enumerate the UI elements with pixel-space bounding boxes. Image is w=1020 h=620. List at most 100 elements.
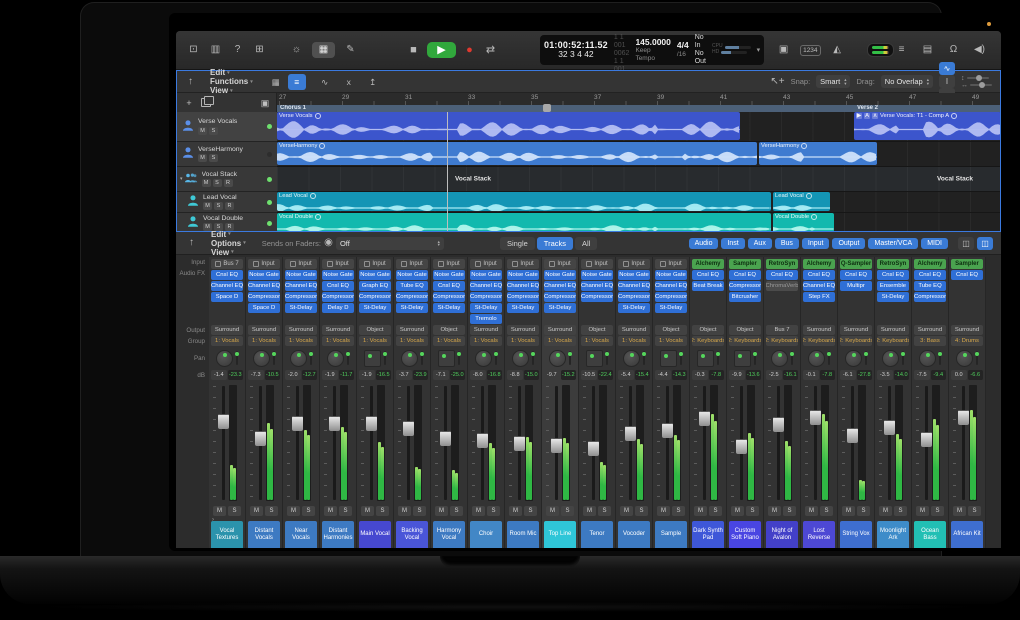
fx-slot[interactable]: Cnsl EQ <box>951 270 983 280</box>
view-mode-all[interactable]: All <box>575 237 597 250</box>
group-slot[interactable]: 1: Vocals <box>359 336 391 346</box>
output-slot[interactable]: Surround <box>396 325 428 335</box>
elevation-slider[interactable] <box>828 351 830 365</box>
elevation-slider[interactable] <box>532 351 534 365</box>
ruler-area[interactable]: 272931333537394143454749 Chorus 1Verse 2 <box>277 93 1000 112</box>
take-button[interactable]: ∧ <box>872 113 878 119</box>
elevation-slider[interactable] <box>421 351 423 365</box>
output-slot[interactable]: Surround <box>914 325 946 335</box>
output-slot[interactable]: Surround <box>877 325 909 335</box>
group-slot[interactable]: 1: Vocals <box>544 336 576 346</box>
fader-area[interactable] <box>581 381 613 505</box>
fx-slot[interactable]: St-Delay <box>396 303 428 313</box>
fx-slot[interactable]: St-Delay <box>655 303 687 313</box>
filter-aux[interactable]: Aux <box>748 238 772 249</box>
input-slot[interactable]: Input <box>507 259 539 269</box>
fader-cap[interactable] <box>958 410 969 425</box>
fx-slot[interactable]: Channel EQ <box>618 281 650 291</box>
fader-cap[interactable] <box>218 414 229 429</box>
fx-slot[interactable]: St-Delay <box>285 303 317 313</box>
elevation-slider[interactable] <box>606 351 608 365</box>
metronome-icon[interactable]: ◭ <box>830 43 845 57</box>
elevation-slider[interactable] <box>495 351 497 365</box>
channel-strip-9[interactable]: InputNoise GateChannel EQCompressorSt-De… <box>505 257 542 548</box>
fader-area[interactable] <box>285 381 317 505</box>
channel-name[interactable]: Night of Avalon <box>766 521 798 548</box>
channel-name[interactable]: String Vox <box>840 521 872 548</box>
automation-icon[interactable]: ∿ <box>316 74 334 90</box>
pan-control[interactable] <box>544 347 576 369</box>
solo-button[interactable]: S <box>820 506 833 516</box>
fx-slot[interactable]: Compressor <box>914 292 946 302</box>
group-slot[interactable]: 2: Keyboards <box>692 336 724 346</box>
group-slot[interactable]: 1: Vocals <box>618 336 650 346</box>
pan-control[interactable] <box>211 347 243 369</box>
channel-name[interactable]: Vocal Textures <box>211 521 243 548</box>
elevation-slider[interactable] <box>680 351 682 365</box>
channel-strip-10[interactable]: InputNoise GateChannel EQCompressorSt-De… <box>542 257 579 548</box>
input-slot[interactable]: Input <box>470 259 502 269</box>
group-slot[interactable]: 1: Vocals <box>581 336 613 346</box>
elevation-slider[interactable] <box>976 351 978 365</box>
solo-button[interactable]: S <box>450 506 463 516</box>
region-lead-vocal[interactable]: Lead Vocal <box>277 192 771 211</box>
fx-slot[interactable]: Noise Gate <box>396 270 428 280</box>
fx-slot[interactable]: Noise Gate <box>322 270 354 280</box>
region-verse-vocals-t1-comp-a[interactable]: ▶A∧Verse Vocals: T1 - Comp A <box>854 112 1000 140</box>
region-verseharmony[interactable]: VerseHarmony <box>277 142 757 165</box>
track-header-vocal-double[interactable]: Vocal DoubleMSR <box>177 213 277 231</box>
filter-input[interactable]: Input <box>802 238 830 249</box>
group-slot[interactable]: 4: Drums <box>951 336 983 346</box>
fader-area[interactable] <box>840 381 872 505</box>
pan-control[interactable] <box>840 347 872 369</box>
mute-button[interactable]: M <box>694 506 707 516</box>
view-mode-single[interactable]: Single <box>500 237 535 250</box>
pan-control[interactable] <box>581 347 613 369</box>
elevation-slider[interactable] <box>273 351 275 365</box>
instrument-slot[interactable]: Alchemy <box>692 259 724 269</box>
snap-select[interactable]: Smart ▴▾ <box>816 75 850 88</box>
fx-slot[interactable]: Space D <box>248 303 280 313</box>
marker-strip[interactable]: Chorus 1Verse 2 <box>277 105 1000 112</box>
fx-slot[interactable]: Noise Gate <box>618 270 650 280</box>
channel-strip-20[interactable]: AlchemyCnsl EQTube EQCompressorSurround3… <box>912 257 949 548</box>
fx-slot[interactable]: St-Delay <box>507 303 539 313</box>
solo-button[interactable]: S <box>598 506 611 516</box>
loop-browser-icon[interactable]: Ω <box>946 43 961 57</box>
solo-button[interactable]: S <box>524 506 537 516</box>
output-slot[interactable]: Surround <box>248 325 280 335</box>
fx-slot[interactable]: Multipr <box>840 281 872 291</box>
fx-slot[interactable]: Bitcrusher <box>729 292 761 302</box>
help-icon[interactable]: ? <box>230 43 245 57</box>
instrument-slot[interactable]: RetroSyn <box>766 259 798 269</box>
lane-vocal-stack[interactable]: Vocal StackVocal Stack <box>277 167 1000 192</box>
mute-button[interactable]: M <box>620 506 633 516</box>
solo-button[interactable]: S <box>214 223 223 231</box>
mute-button[interactable]: M <box>805 506 818 516</box>
mute-button[interactable]: M <box>472 506 485 516</box>
fx-slot[interactable]: Noise Gate <box>433 270 465 280</box>
solo-button[interactable]: S <box>709 506 722 516</box>
output-slot[interactable]: Object <box>359 325 391 335</box>
pan-knob[interactable] <box>771 350 788 367</box>
instrument-slot[interactable]: RetroSyn <box>877 259 909 269</box>
fx-slot[interactable]: Noise Gate <box>507 270 539 280</box>
solo-button[interactable]: S <box>672 506 685 516</box>
marker-verse-2[interactable]: Verse 2 <box>854 105 1000 112</box>
channel-name[interactable]: Top Line <box>544 521 576 548</box>
channel-name[interactable]: African Kit <box>951 521 983 548</box>
fx-slot[interactable]: St-Delay <box>544 303 576 313</box>
group-slot[interactable]: 1: Vocals <box>211 336 243 346</box>
channel-strip-4[interactable]: InputNoise GateCnsl EQCompressorDelay DS… <box>320 257 357 548</box>
list-view-icon[interactable]: ≡ <box>288 74 306 90</box>
fader-cap[interactable] <box>921 432 932 447</box>
grid-view-icon[interactable]: ▦ <box>267 74 285 90</box>
fx-slot[interactable]: Noise Gate <box>248 270 280 280</box>
instrument-slot[interactable]: Alchemy <box>914 259 946 269</box>
object-pan-pad[interactable] <box>697 350 714 367</box>
mute-button[interactable]: M <box>546 506 559 516</box>
channel-strip-16[interactable]: RetroSynCnsl EQChromaVerbBus 72: Keyboar… <box>764 257 801 548</box>
pencil-icon[interactable]: ✎ <box>343 43 358 57</box>
narrow-view-icon[interactable]: ◫ <box>958 237 974 250</box>
channel-name[interactable]: Harmony Vocal <box>433 521 465 548</box>
